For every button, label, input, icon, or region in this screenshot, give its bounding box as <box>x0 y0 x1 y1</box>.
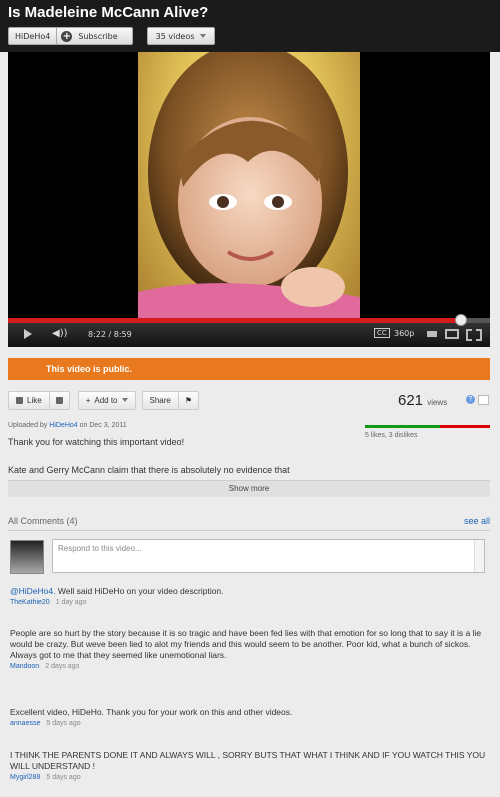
subscribe-button[interactable]: + Subscribe <box>57 27 133 45</box>
public-banner: This video is public. <box>8 358 490 380</box>
comment-user[interactable]: annaesse <box>10 720 40 727</box>
player-controls: ◀)) 8:22 / 8:59 CC 360p <box>8 314 490 347</box>
upload-info: Uploaded by HiDeHo4 on Dec 3, 2011 <box>8 422 127 429</box>
play-icon[interactable] <box>24 329 32 339</box>
comment-item: @HiDeHo4. Well said HiDeHo on your video… <box>10 586 490 606</box>
comment-item: I THINK THE PARENTS DONE IT AND ALWAYS W… <box>10 750 490 781</box>
comment-body: I THINK THE PARENTS DONE IT AND ALWAYS W… <box>10 750 486 771</box>
channel-button[interactable]: HiDeHo4 <box>8 27 58 45</box>
thumbs-down-icon <box>55 396 63 404</box>
views-label: views <box>427 398 448 407</box>
comment-input[interactable]: Respond to this video... <box>52 539 485 573</box>
comment-mention[interactable]: @HiDeHo4. <box>10 586 55 596</box>
plus-icon: + <box>85 395 91 405</box>
public-banner-text: This video is public. <box>46 364 133 374</box>
fullscreen-icon[interactable] <box>466 329 482 341</box>
description-body: Kate and Gerry McCann claim that there i… <box>8 465 290 475</box>
comment-body: People are so hurt by the story because … <box>10 628 482 660</box>
thumbs-up-icon <box>16 396 23 404</box>
show-more-button[interactable]: Show more <box>8 480 490 497</box>
child-portrait <box>138 52 360 318</box>
comment-text: Excellent video, HiDeHo. Thank you for y… <box>10 707 490 718</box>
like-button[interactable]: Like <box>8 390 50 410</box>
videos-dropdown[interactable]: 35 videos <box>146 27 216 45</box>
views-number: 621 <box>398 392 424 409</box>
add-to-button[interactable]: + Add to <box>77 390 136 410</box>
divider <box>8 530 490 531</box>
plus-icon: + <box>61 30 73 42</box>
uploaded-prefix: Uploaded by <box>8 422 48 429</box>
like-ratio-fill <box>365 425 440 428</box>
volume-icon[interactable]: ◀)) <box>52 328 68 339</box>
scrollbar[interactable] <box>474 540 484 572</box>
comment-time: 1 day ago <box>55 599 87 606</box>
comment-meta: Mandoon 2 days ago <box>10 663 490 670</box>
view-count: 621 views <box>398 392 447 409</box>
comment-meta: annaesse 5 days ago <box>10 720 490 727</box>
likes-count: 5 likes, 3 dislikes <box>365 432 418 439</box>
comment-placeholder: Respond to this video... <box>58 544 142 553</box>
videos-count: 35 videos <box>155 31 195 41</box>
subscribe-label: Subscribe <box>78 31 118 41</box>
comment-body: Well said HiDeHo on your video descripti… <box>55 586 224 596</box>
progress-bar[interactable] <box>8 314 490 326</box>
progress-fill <box>8 318 462 323</box>
action-bar: Like + Add to Share ⚑ <box>8 390 200 410</box>
captions-button[interactable]: CC <box>374 328 390 338</box>
comments-count: All Comments (4) <box>8 516 78 526</box>
chevron-down-icon <box>121 398 128 402</box>
video-player[interactable]: ◀)) 8:22 / 8:59 CC 360p <box>8 52 490 347</box>
description-tagline: Thank you for watching this important vi… <box>8 437 185 447</box>
dislike-button[interactable] <box>49 390 70 410</box>
avatar <box>10 540 44 574</box>
channel-bar: HiDeHo4 + Subscribe 35 videos <box>8 27 216 45</box>
comment-text: People are so hurt by the story because … <box>10 628 490 661</box>
large-player-icon[interactable] <box>445 329 459 339</box>
add-to-label: Add to <box>94 395 118 405</box>
stats-icons: ? <box>466 395 489 405</box>
comment-meta: Mygirl288 5 days ago <box>10 774 490 781</box>
comment-text: @HiDeHo4. Well said HiDeHo on your video… <box>10 586 490 597</box>
comment-time: 5 days ago <box>46 774 81 781</box>
comment-user[interactable]: Mandoon <box>10 663 39 670</box>
video-title: Is Madeleine McCann Alive? <box>8 4 209 21</box>
like-label: Like <box>27 395 42 405</box>
quality-button[interactable]: 360p <box>394 329 414 338</box>
scrubber-handle[interactable] <box>455 314 468 326</box>
popout-icon[interactable] <box>427 331 437 337</box>
comment-item: Excellent video, HiDeHo. Thank you for y… <box>10 707 490 727</box>
see-all-link[interactable]: see all <box>464 516 490 526</box>
help-icon[interactable]: ? <box>466 395 475 404</box>
uploaded-date: on Dec 3, 2011 <box>79 422 127 429</box>
header-bar: Is Madeleine McCann Alive? HiDeHo4 + Sub… <box>0 0 500 52</box>
comment-meta: TheKathie20 1 day ago <box>10 599 490 606</box>
flag-button[interactable]: ⚑ <box>178 390 200 410</box>
comment-body: Excellent video, HiDeHo. Thank you for y… <box>10 707 293 717</box>
comment-item: People are so hurt by the story because … <box>10 628 490 670</box>
flag-icon: ⚑ <box>184 395 193 405</box>
comment-time: 5 days ago <box>46 720 81 727</box>
share-button[interactable]: Share <box>141 390 179 410</box>
chevron-down-icon <box>200 34 207 38</box>
uploader-link[interactable]: HiDeHo4 <box>49 422 77 429</box>
comment-user[interactable]: TheKathie20 <box>10 599 50 606</box>
comment-text: I THINK THE PARENTS DONE IT AND ALWAYS W… <box>10 750 490 772</box>
video-frame <box>138 52 360 318</box>
time-display: 8:22 / 8:59 <box>88 330 132 339</box>
comment-user[interactable]: Mygirl288 <box>10 774 40 781</box>
share-label: Share <box>149 395 171 405</box>
like-ratio-bar <box>365 425 490 428</box>
comment-time: 2 days ago <box>45 663 80 670</box>
statistics-icon[interactable] <box>478 395 489 405</box>
comments-header: All Comments (4) see all <box>8 516 490 526</box>
